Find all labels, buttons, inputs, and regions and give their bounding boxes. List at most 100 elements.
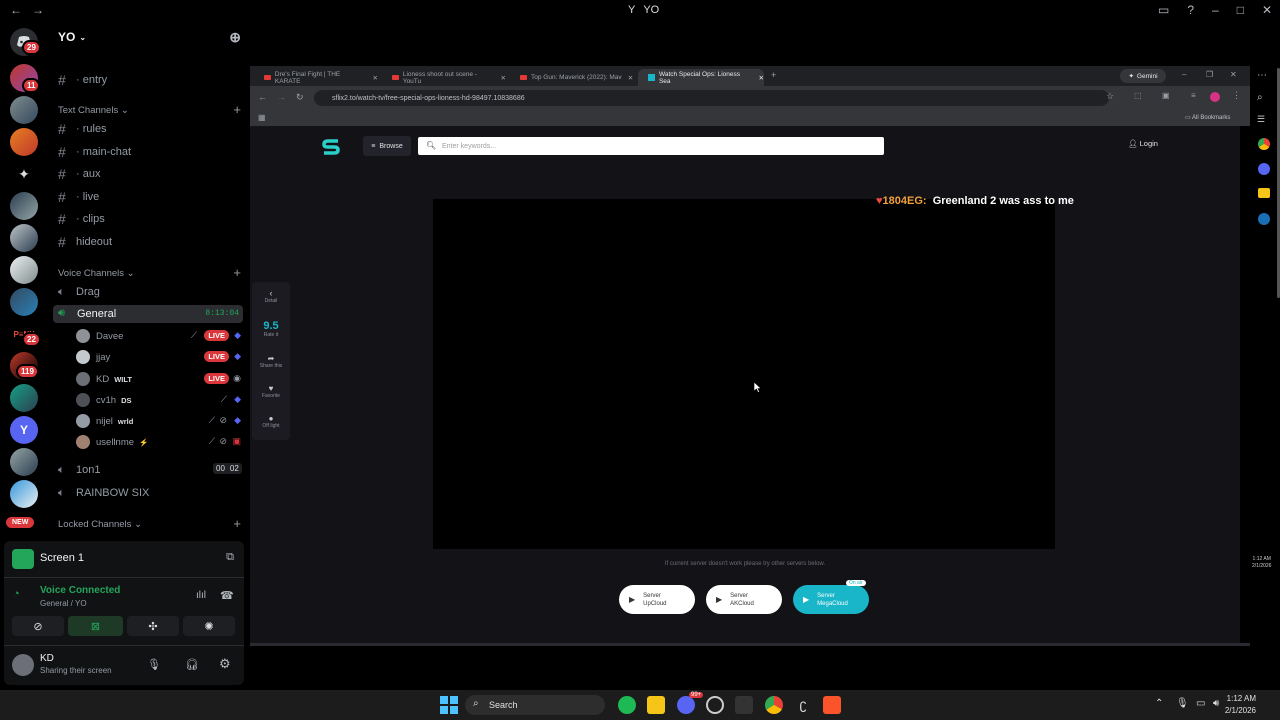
minimize-icon[interactable]: – <box>1212 3 1219 17</box>
search-icon[interactable]: ⌕ <box>1257 92 1263 103</box>
disconnect-icon[interactable]: ☎ <box>220 589 234 602</box>
voice-channel-general[interactable]: 🔊︎ General 8:13:04 <box>53 305 243 323</box>
forward-arrow-icon[interactable]: → <box>32 3 44 17</box>
ellipsis-icon[interactable]: ⋯ <box>1257 70 1267 81</box>
detail-button[interactable]: ‹ Detail <box>252 288 290 304</box>
inbox-icon[interactable]: ▭ <box>1158 3 1169 17</box>
file-explorer-icon[interactable] <box>647 696 665 714</box>
taskbar-search[interactable]: ⌕ Search <box>465 695 605 715</box>
search-input[interactable]: 🔍︎ Enter keywords... <box>418 137 884 155</box>
all-bookmarks[interactable]: ▭ All Bookmarks <box>1185 114 1230 121</box>
channel-live[interactable]: # · live <box>58 187 99 207</box>
add-channel-icon[interactable]: + <box>233 516 241 531</box>
close-tab-icon[interactable]: ✕ <box>759 74 764 82</box>
channel-main-chat[interactable]: # · main-chat <box>58 142 131 162</box>
add-channel-icon[interactable]: + <box>233 265 241 280</box>
new-tab-icon[interactable]: + <box>771 70 776 80</box>
tray-mic-icon[interactable]: 🎙︎ <box>1176 698 1189 709</box>
voice-user[interactable]: Davee ⟋ LIVE ◆ <box>76 327 241 345</box>
microphone-icon[interactable]: 🎙︎ <box>147 658 161 671</box>
server-icon[interactable] <box>10 96 38 124</box>
epic-games-icon[interactable] <box>735 696 753 714</box>
add-member-icon[interactable]: ⊕ <box>229 29 241 46</box>
close-icon[interactable]: ✕ <box>1262 3 1272 17</box>
close-tab-icon[interactable]: ✕ <box>628 74 633 82</box>
browser-tab[interactable]: Dre's Final Fight | THE KARATE ✕ <box>254 69 378 86</box>
star-server-icon[interactable]: ✦ <box>10 160 38 188</box>
bookmark-star-icon[interactable]: ☆ <box>1106 91 1114 102</box>
voice-user[interactable]: KD WILT LIVE ◉ <box>76 370 241 388</box>
browse-button[interactable]: ≡ Browse <box>363 136 411 156</box>
discord-taskbar-icon[interactable] <box>677 696 695 714</box>
folder-icon[interactable] <box>1258 188 1270 198</box>
back-arrow-icon[interactable]: ← <box>10 3 22 17</box>
server-icon[interactable] <box>10 128 38 156</box>
browser-tab-active[interactable]: Watch Special Ops: Lioness Sea ✕ <box>638 69 764 86</box>
apps-grid-icon[interactable]: ▦ <box>258 113 266 122</box>
voice-channel-drag[interactable]: 🔈︎ Drag <box>58 282 100 302</box>
voice-user[interactable]: jjay LIVE ◆ <box>76 348 241 366</box>
camera-off-button[interactable]: ⊘ <box>12 616 64 636</box>
video-player[interactable] <box>433 199 1055 549</box>
category-text-channels[interactable]: Text Channels ⌄ <box>58 105 129 116</box>
category-locked-channels[interactable]: Locked Channels ⌄ <box>58 519 142 530</box>
chrome-taskbar-icon[interactable] <box>765 696 783 714</box>
soundboard-button[interactable]: ✺ <box>183 616 235 636</box>
maximize-icon[interactable]: □ <box>1237 3 1244 17</box>
voice-location[interactable]: General / YO <box>40 599 87 608</box>
browser-tab[interactable]: Lioness shoot out scene - YouTu ✕ <box>382 69 506 86</box>
voice-user[interactable]: usellnme ⚡ ⟋ ⊘ ▣ <box>76 433 241 451</box>
avatar[interactable] <box>12 654 34 676</box>
panel-icon[interactable]: ☰ <box>1257 114 1265 125</box>
voice-channel-rainbow-six[interactable]: 🔈︎ RAINBOW SIX <box>58 483 149 503</box>
app-icon[interactable] <box>706 696 724 714</box>
close-icon[interactable]: ✕ <box>1230 70 1237 79</box>
steam-icon[interactable] <box>1258 213 1270 225</box>
close-tab-icon[interactable]: ✕ <box>373 74 378 82</box>
popout-icon[interactable]: ⧉ <box>226 551 234 564</box>
server-icon[interactable] <box>10 448 38 476</box>
server-megacloud-button[interactable]: ▶ Server MegaCloud <box>793 585 869 614</box>
voice-user[interactable]: nijel wrld ⟋ ⊘ ◆ <box>76 412 241 430</box>
category-voice-channels[interactable]: Voice Channels ⌄ <box>58 268 135 279</box>
site-logo-icon[interactable] <box>320 136 342 158</box>
extensions-icon[interactable]: ⬚ <box>1134 91 1142 100</box>
server-icon[interactable] <box>10 256 38 284</box>
favorite-button[interactable]: ♥ Favorite <box>252 384 290 399</box>
tray-chevron-icon[interactable]: ⌃ <box>1155 698 1163 709</box>
voice-user[interactable]: cv1h DS ⟋ ◆ <box>76 391 241 409</box>
server-icon[interactable] <box>10 192 38 220</box>
network-icon[interactable]: ▭ <box>1196 698 1205 709</box>
server-akcloud-button[interactable]: ▶ Server AKCloud <box>706 585 782 614</box>
close-tab-icon[interactable]: ✕ <box>501 74 506 82</box>
server-upcloud-button[interactable]: ▶ Server UpCloud <box>619 585 695 614</box>
gemini-button[interactable]: ✦ Gemini <box>1120 69 1166 83</box>
channel-rules[interactable]: # · rules <box>58 119 107 139</box>
volume-icon[interactable]: 🔊︎ <box>1213 698 1219 709</box>
sidepanel-icon[interactable]: ▣ <box>1162 91 1170 100</box>
offlight-button[interactable]: ● Off light <box>252 414 290 429</box>
address-bar[interactable]: sflix2.to/watch-tv/free-special-ops-lion… <box>314 90 1109 106</box>
browser-tab[interactable]: Top Gun: Maverick (2022): Mav ✕ <box>510 69 634 86</box>
taskbar-clock[interactable]: 1:12 AM 2/1/2026 <box>1225 693 1256 717</box>
server-icon[interactable] <box>10 224 38 252</box>
brave-icon[interactable] <box>823 696 841 714</box>
minimize-icon[interactable]: – <box>1182 70 1186 79</box>
guild-header[interactable]: YO ⌄ ⊕ <box>48 22 249 52</box>
chrome-icon[interactable] <box>1258 138 1270 150</box>
profile-avatar[interactable] <box>1210 92 1220 102</box>
soundboard-icon[interactable]: ılıl <box>196 590 206 601</box>
help-icon[interactable]: ? <box>1187 3 1194 17</box>
server-icon[interactable] <box>10 288 38 316</box>
activities-button[interactable]: ✣ <box>127 616 179 636</box>
spotify-icon[interactable] <box>618 696 636 714</box>
discord-icon[interactable] <box>1258 163 1270 175</box>
windows-start-icon[interactable] <box>440 696 458 714</box>
server-icon[interactable] <box>10 384 38 412</box>
headphones-icon[interactable]: 🎧︎ <box>185 658 199 671</box>
server-icon-yo[interactable]: Y <box>10 416 38 444</box>
channel-hideout[interactable]: # hideout <box>58 232 112 252</box>
share-button[interactable]: ➦ Share this <box>252 354 290 369</box>
forward-arrow-icon[interactable]: → <box>277 92 286 102</box>
app-icon[interactable]: ʗ <box>794 696 812 714</box>
